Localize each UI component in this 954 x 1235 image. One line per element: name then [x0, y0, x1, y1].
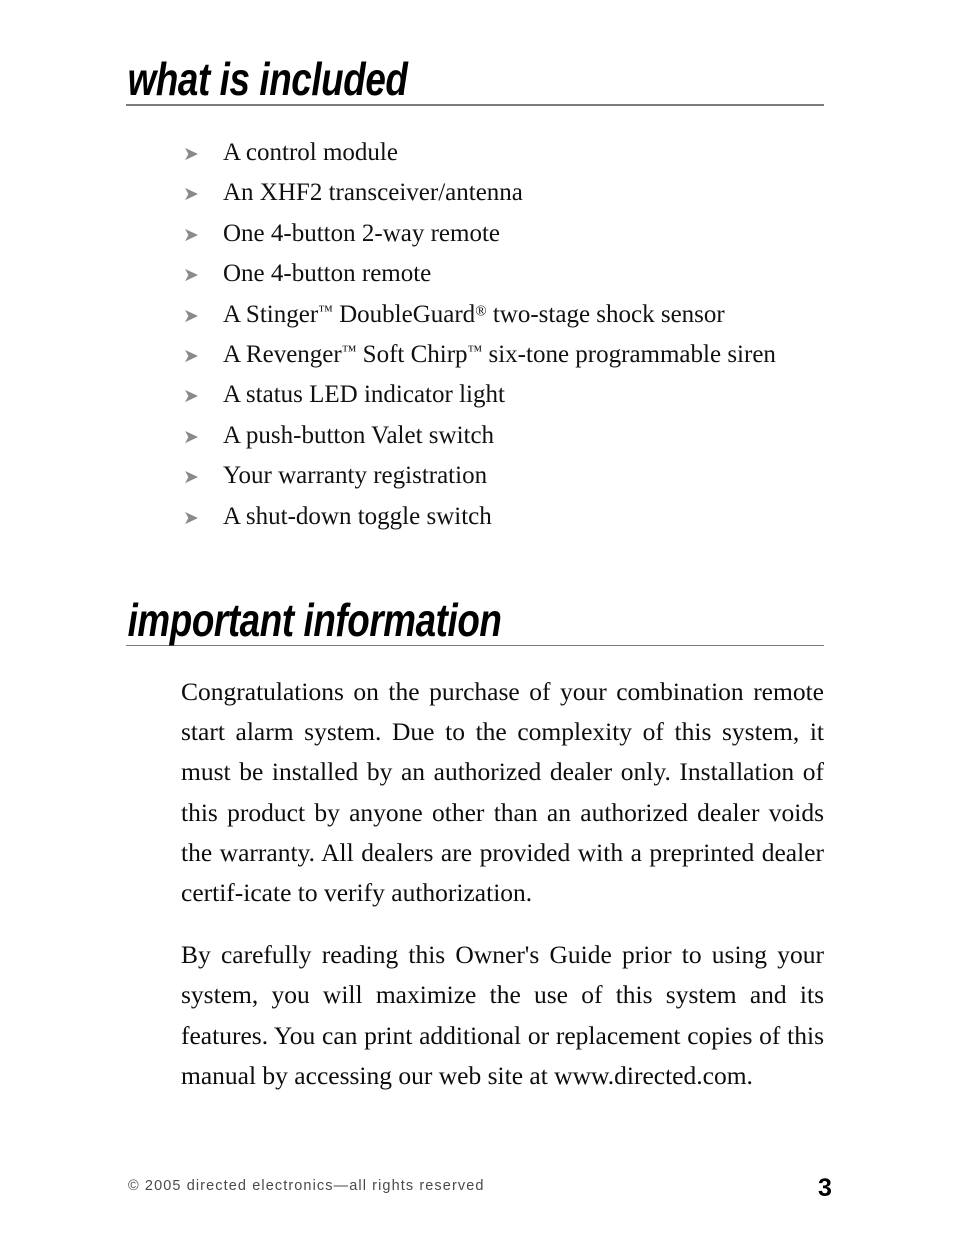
list-item-label: One 4-button 2-way remote [223, 219, 501, 247]
page-footer: © 2005 directed electronics—all rights r… [0, 1174, 954, 1214]
page-title-important-information: important information [127, 594, 502, 646]
included-items-list: ➤ A control module ➤ An XHF2 transceiver… [183, 138, 776, 542]
page-title-what-is-included: what is included [127, 53, 408, 105]
list-item-label: A status LED indicator light [223, 381, 505, 409]
arrow-bullet-icon: ➤ [183, 506, 199, 529]
list-item: ➤ A status LED indicator light [183, 380, 776, 420]
section-important-information: important information [126, 597, 824, 646]
list-item: ➤ A shut-down toggle switch [183, 502, 776, 542]
list-item: ➤ A Stinger™ DoubleGuard® two-stage shoc… [183, 300, 776, 340]
list-item: ➤ An XHF2 transceiver/antenna [183, 178, 776, 218]
section-what-is-included: what is included [126, 56, 824, 106]
list-item: ➤ A Revenger™ Soft Chirp™ six-tone progr… [183, 340, 776, 380]
list-item-label: A Revenger™ Soft Chirp™ six-tone program… [223, 340, 776, 368]
list-item: ➤ One 4-button 2-way remote [183, 219, 776, 259]
body-paragraph: By carefully reading this Owner's Guide … [181, 940, 824, 1090]
document-page: what is included ➤ A control module ➤ An… [0, 0, 954, 1235]
arrow-bullet-icon: ➤ [183, 385, 199, 408]
arrow-bullet-icon: ➤ [183, 344, 199, 367]
list-item-label: Your warranty registration [223, 462, 488, 490]
list-item-label: A Stinger™ DoubleGuard® two-stage shock … [223, 300, 725, 328]
arrow-bullet-icon: ➤ [183, 223, 199, 246]
list-item-label: A control module [223, 139, 398, 166]
arrow-bullet-icon: ➤ [183, 304, 199, 327]
list-item: ➤ One 4-button remote [183, 259, 776, 299]
arrow-bullet-icon: ➤ [183, 143, 199, 165]
page-number: 3 [818, 1174, 832, 1202]
arrow-bullet-icon: ➤ [183, 264, 199, 287]
list-item: ➤ A control module [183, 138, 776, 178]
arrow-bullet-icon: ➤ [183, 183, 199, 206]
list-item: ➤ A push-button Valet switch [183, 421, 776, 461]
list-item-label: A shut-down toggle switch [223, 502, 492, 530]
arrow-bullet-icon: ➤ [183, 425, 199, 448]
arrow-bullet-icon: ➤ [183, 466, 199, 489]
list-item: ➤ Your warranty registration [183, 461, 776, 501]
list-item-label: An XHF2 transceiver/antenna [223, 179, 523, 207]
list-item-label: One 4-button remote [223, 260, 432, 288]
body-paragraph: Congratulations on the purchase of your … [181, 677, 824, 908]
list-item-label: A push-button Valet switch [223, 421, 495, 449]
footer-copyright-text: © 2005 directed electronics—all rights r… [128, 1178, 485, 1194]
important-information-body: Congratulations on the purchase of your … [181, 672, 824, 1096]
